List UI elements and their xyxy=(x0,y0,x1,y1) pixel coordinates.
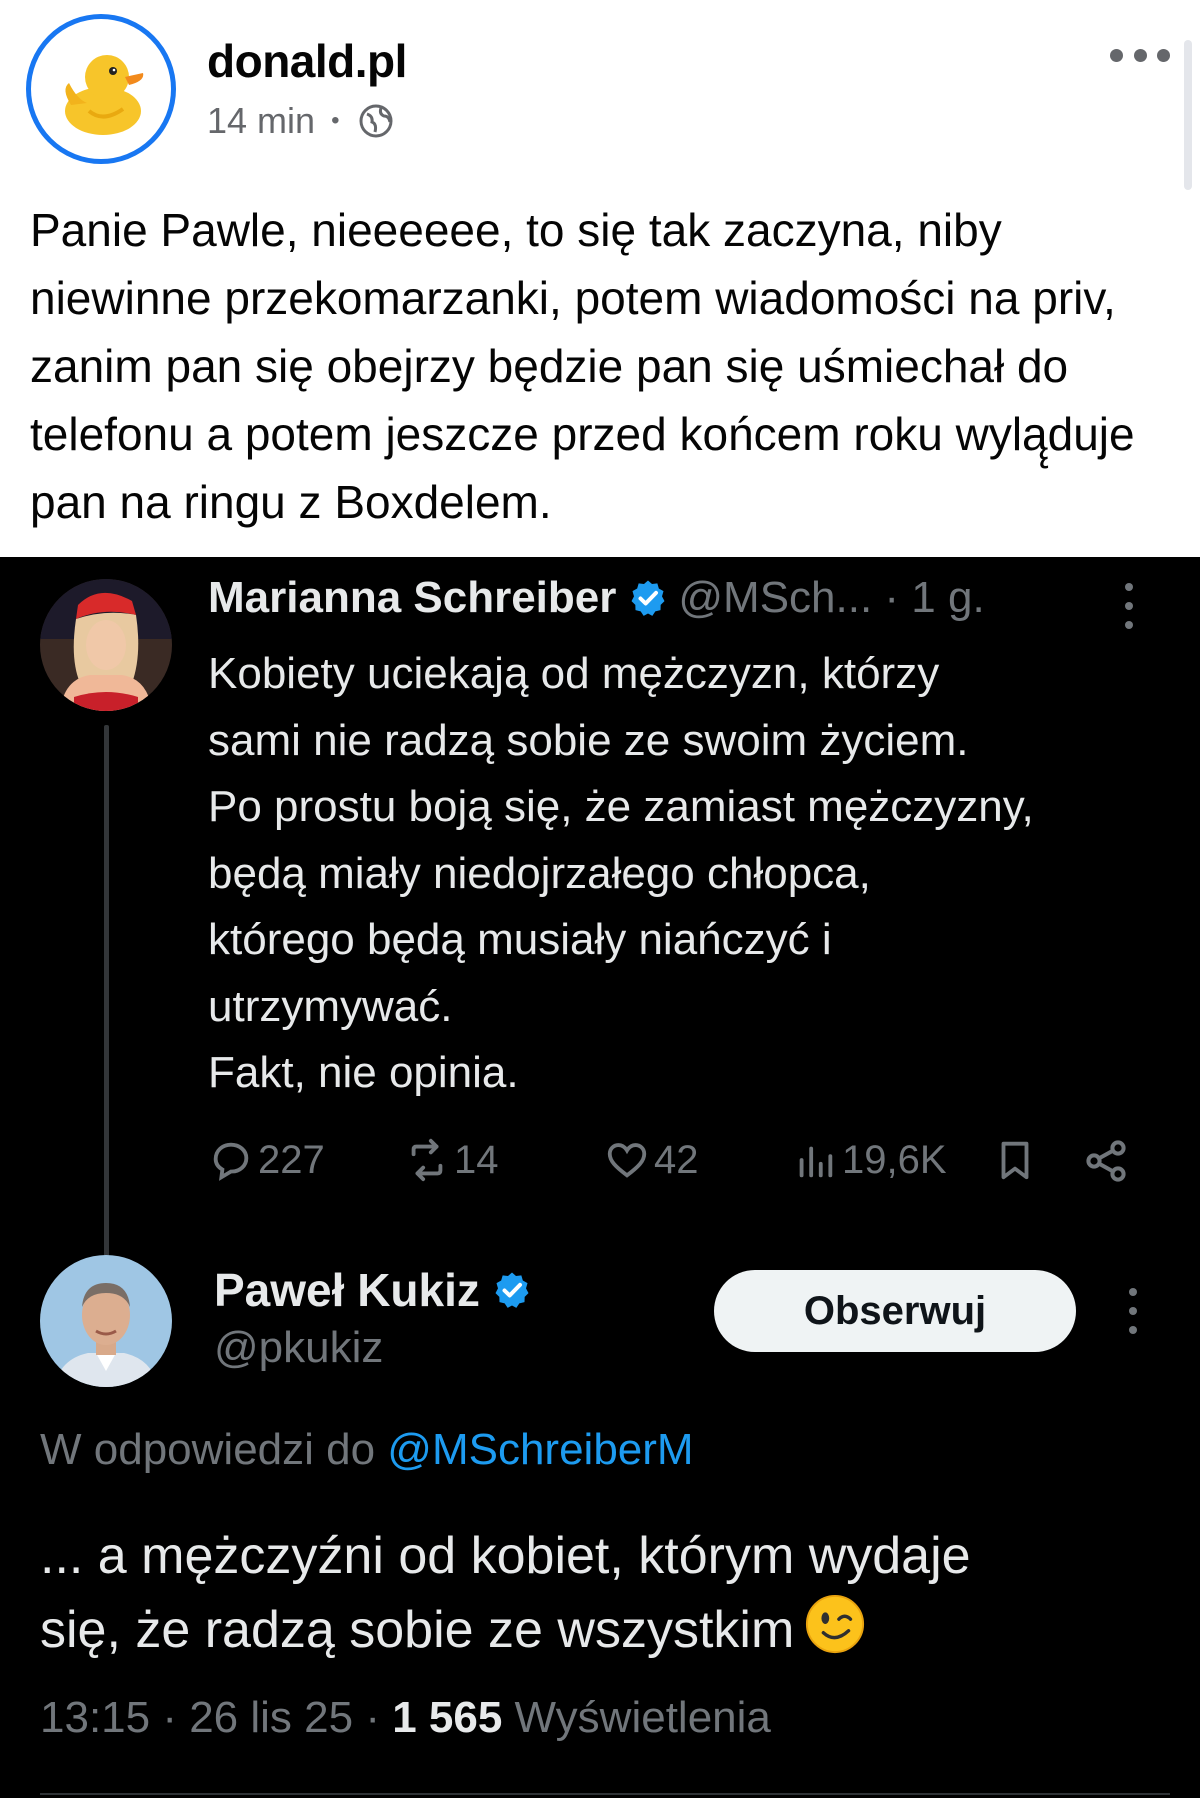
tweet2-line: się, że radzą sobie ze wszystkim xyxy=(40,1601,795,1659)
views-button[interactable]: 19,6K xyxy=(792,1137,947,1183)
tweet2-author-name[interactable]: Paweł Kukiz xyxy=(214,1263,480,1317)
verified-badge-icon xyxy=(495,1272,529,1308)
globe-icon[interactable] xyxy=(357,102,395,140)
more-dots-icon[interactable] xyxy=(1110,40,1170,70)
scrollbar[interactable] xyxy=(1184,40,1192,190)
reply-mention-link[interactable]: @MSchreiberM xyxy=(387,1425,693,1474)
tweet2-avatar[interactable] xyxy=(40,1255,172,1387)
screenshot-page: donald.pl 14 min • Panie Pawle, nieeeeee… xyxy=(0,0,1200,1798)
tweet2-handle[interactable]: @pkukiz xyxy=(214,1323,383,1373)
tweet2-text: ... a mężczyźni od kobiet, którym wydaje… xyxy=(40,1519,1170,1667)
page-avatar[interactable] xyxy=(26,14,176,164)
meta-separator: • xyxy=(331,107,340,134)
tweet1-action-bar: 227 14 42 19,6K xyxy=(208,1137,1148,1197)
post-meta: 14 min • xyxy=(207,100,395,142)
bookmark-button[interactable] xyxy=(992,1137,1042,1183)
bookmark-icon xyxy=(1001,1141,1029,1180)
tweet2-views-label: Wyświetlenia xyxy=(502,1693,771,1742)
tweet1-line: Po prostu boją się, że zamiast mężczyzny… xyxy=(208,782,1034,831)
tweet2-views-count: 1 565 xyxy=(392,1693,503,1742)
follow-button[interactable]: Obserwuj xyxy=(714,1270,1076,1352)
views-icon xyxy=(799,1146,833,1178)
tweet2-line: ... a mężczyźni od kobiet, którym wydaje xyxy=(40,1527,971,1585)
like-button[interactable]: 42 xyxy=(604,1137,699,1183)
winking-face-icon xyxy=(806,1594,865,1654)
share-button[interactable] xyxy=(1082,1137,1134,1185)
views-count: 19,6K xyxy=(842,1137,947,1182)
post-text: Panie Pawle, nieeeeee, to się tak zaczyn… xyxy=(30,204,1135,528)
tweet1-line: utrzymywać. xyxy=(208,981,453,1031)
duck-icon xyxy=(65,55,144,135)
repost-count: 14 xyxy=(454,1137,499,1182)
tweet-screenshot: Marianna Schreiber @MSch... · 1 g. Kobie… xyxy=(0,557,1200,1798)
repost-icon xyxy=(411,1138,443,1182)
post-time[interactable]: 14 min xyxy=(207,100,315,142)
reply-prefix: W odpowiedzi do xyxy=(40,1425,388,1474)
tweet2-timestamp[interactable]: 13:15 · 26 lis 25 · xyxy=(40,1693,392,1742)
thread-line xyxy=(104,725,109,1305)
like-count: 42 xyxy=(654,1137,699,1182)
tweet2-more-icon[interactable] xyxy=(1128,1288,1138,1334)
share-icon xyxy=(1086,1140,1126,1182)
tweet2-author-name-row: Paweł Kukiz xyxy=(214,1263,542,1317)
tweet1-line: sami nie radzą sobie ze swoim życiem. xyxy=(208,715,969,765)
tweet1-author-name[interactable]: Marianna Schreiber xyxy=(208,573,616,623)
reply-context: W odpowiedzi do @MSchreiberM xyxy=(40,1425,694,1475)
tweet1-line: Fakt, nie opinia. xyxy=(208,1048,519,1097)
tweet1-line: Kobiety uciekają od mężczyzn, którzy xyxy=(208,649,940,698)
reply-button[interactable]: 227 xyxy=(208,1137,325,1183)
tweet2-line-with-emoji: się, że radzą sobie ze wszystkim xyxy=(40,1593,1170,1667)
tweet1-handle-time[interactable]: @MSch... · 1 g. xyxy=(678,573,984,623)
tweet2-meta: 13:15 · 26 lis 25 · 1 565 Wyświetlenia xyxy=(40,1693,771,1743)
tweet1-more-icon[interactable] xyxy=(1124,583,1134,629)
tweet1-header: Marianna Schreiber @MSch... · 1 g. xyxy=(208,573,985,623)
reply-count: 227 xyxy=(258,1137,325,1182)
heart-icon xyxy=(607,1143,647,1178)
repost-button[interactable]: 14 xyxy=(404,1137,499,1183)
tweet1-avatar[interactable] xyxy=(40,579,172,711)
reply-icon xyxy=(213,1142,249,1181)
verified-badge-icon xyxy=(631,580,665,616)
tweet1-line: którego będą musiały niańczyć i xyxy=(208,915,832,964)
page-name[interactable]: donald.pl xyxy=(207,34,407,88)
post-header: donald.pl 14 min • xyxy=(0,0,1200,190)
divider xyxy=(40,1793,1170,1795)
tweet1-line: będą miały niedojrzałego chłopca, xyxy=(208,848,871,898)
tweet1-text: Kobiety uciekają od mężczyzn, którzy sam… xyxy=(208,641,1168,1107)
